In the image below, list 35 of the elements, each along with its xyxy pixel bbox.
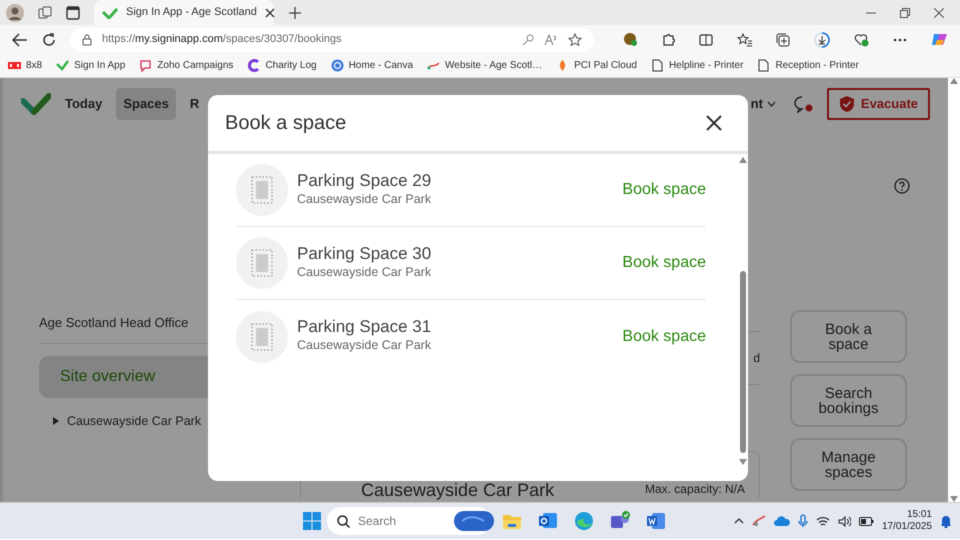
space-name: Parking Space 29 [297, 172, 432, 190]
book-space-button[interactable]: Book space [622, 178, 706, 202]
nav-tab[interactable]: Today [58, 88, 110, 120]
modal-title: Book a space [225, 111, 346, 136]
bookmark-link[interactable]: Zoho Campaigns [139, 58, 234, 73]
bookmark-link[interactable]: 8x8 [8, 58, 42, 73]
card-title: Causewayside Car Park [360, 482, 554, 498]
clock[interactable]: 15:01 17/01/2025 [882, 508, 932, 534]
action-button[interactable]: Manage spaces [790, 438, 907, 491]
nav-tab[interactable]: R [182, 88, 206, 120]
space-name: Parking Space 30 [297, 244, 432, 263]
bookmark-link[interactable]: Sign In App [56, 58, 126, 73]
space-location: Causewayside Car Park [297, 264, 432, 281]
search-input[interactable]: Search [358, 512, 446, 530]
capacity-text: Max. capacity: N/A [644, 482, 745, 496]
bookmark-link[interactable]: Helpline - Printer [650, 58, 744, 73]
bookmark-link[interactable]: Home - Canva [330, 58, 414, 73]
bookmark-link[interactable]: Charity Log [247, 58, 317, 73]
nav-menu[interactable]: nt [750, 88, 776, 120]
search-bar[interactable]: Search [327, 507, 491, 535]
space-location: Causewayside Car Park [297, 337, 432, 354]
table-text: d [753, 350, 760, 367]
browser-tab[interactable]: Sign In App - Age Scotland [94, 0, 274, 25]
nav-tab[interactable]: Spaces [116, 88, 176, 120]
book-space-button[interactable]: Book space [622, 324, 706, 348]
space-name: Parking Space 31 [297, 318, 432, 336]
book-space-button[interactable]: Book space [622, 251, 706, 275]
action-button[interactable]: Book a space [790, 310, 907, 363]
bookmark-link[interactable]: Website - Age Scotl… [427, 58, 542, 73]
evacuate-button[interactable]: Evacuate [826, 88, 930, 120]
tree-item[interactable]: Causewayside Car Park [67, 412, 202, 430]
action-button[interactable]: Search bookings [790, 374, 907, 427]
bookmark-link[interactable]: PCI Pal Cloud [556, 58, 637, 73]
space-location: Causewayside Car Park [297, 190, 432, 208]
bookmark-link[interactable]: Reception - Printer [757, 58, 859, 73]
